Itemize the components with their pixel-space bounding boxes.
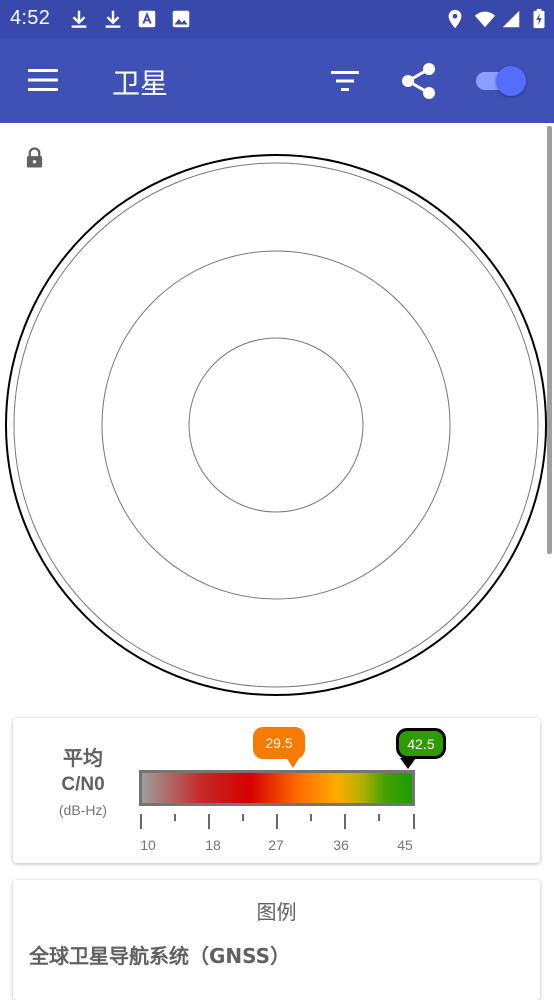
sky-plot-horizon-ring bbox=[5, 154, 547, 696]
status-time: 4:52 bbox=[10, 7, 51, 29]
signal-icon bbox=[502, 10, 520, 28]
live-toggle[interactable] bbox=[474, 66, 526, 96]
sky-plot-elevation-30-ring bbox=[101, 250, 451, 600]
battery-icon bbox=[533, 8, 545, 29]
image-icon bbox=[172, 10, 190, 28]
cn0-average-marker-pointer bbox=[286, 757, 300, 768]
filter-icon[interactable] bbox=[330, 69, 360, 93]
download-icon bbox=[105, 10, 121, 28]
wifi-icon bbox=[474, 11, 496, 28]
menu-icon[interactable] bbox=[27, 67, 59, 93]
sky-plot-elevation-60-ring bbox=[188, 337, 364, 513]
tick-label: 10 bbox=[140, 837, 156, 853]
text-a-icon bbox=[138, 10, 156, 28]
cn0-label-unit: (dB-Hz) bbox=[58, 802, 108, 818]
tick-label: 36 bbox=[333, 837, 349, 853]
cn0-label-average: 平均 bbox=[63, 746, 103, 770]
share-icon[interactable] bbox=[400, 62, 438, 100]
download-icon bbox=[71, 10, 87, 28]
page-title: 卫星 bbox=[112, 67, 169, 100]
tick-label: 18 bbox=[205, 837, 221, 853]
tick-label: 45 bbox=[397, 837, 413, 853]
cn0-gradient-bar bbox=[139, 770, 415, 806]
cn0-tick-labels: 10 18 27 36 45 bbox=[13, 837, 540, 855]
legend-section-gnss: 全球卫星导航系统（GNSS） bbox=[29, 944, 291, 968]
tick-label: 27 bbox=[268, 837, 284, 853]
sky-plot[interactable] bbox=[0, 150, 554, 700]
cn0-max-marker-pointer bbox=[400, 758, 416, 769]
cn0-average-marker: 29.5 bbox=[253, 727, 305, 759]
cn0-card: 平均 C/N0 (dB-Hz) 29.5 42.5 10 18 27 36 45 bbox=[13, 718, 540, 863]
location-icon bbox=[448, 9, 462, 29]
cn0-max-marker: 42.5 bbox=[396, 728, 446, 759]
cn0-ticks bbox=[140, 814, 415, 829]
legend-title: 图例 bbox=[256, 900, 297, 924]
cn0-label-name: C/N0 bbox=[61, 774, 105, 795]
toggle-thumb bbox=[496, 66, 526, 96]
app-bar: 卫星 bbox=[0, 38, 554, 123]
status-bar: 4:52 bbox=[0, 0, 554, 38]
legend-card: 图例 全球卫星导航系统（GNSS） bbox=[13, 880, 540, 1000]
sky-plot-elevation-0-ring bbox=[13, 162, 539, 688]
